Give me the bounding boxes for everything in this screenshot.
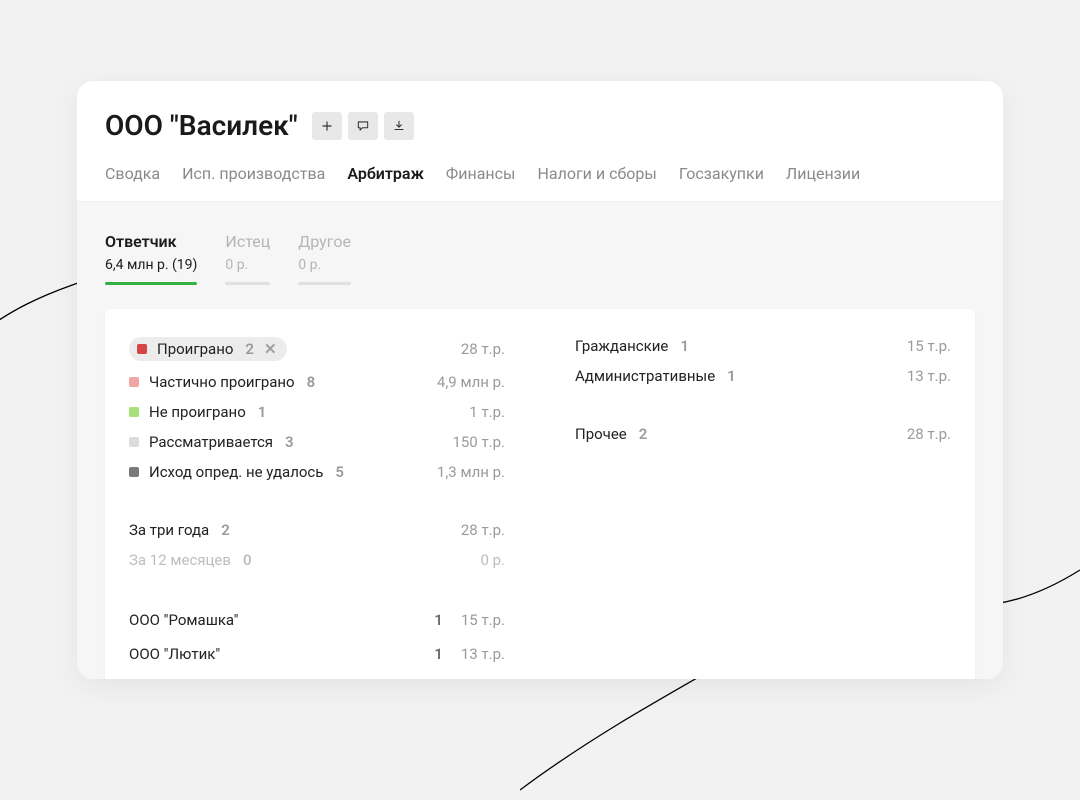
item-count: 2 (639, 425, 648, 443)
sub-tabs: Ответчик 6,4 млн р. (19) Истец 0 р. Другое 0 … (105, 232, 975, 285)
company-card: ООО "Василек" Сводка Исп. производства Арб… (77, 81, 1003, 679)
page-title: ООО "Василек" (105, 109, 298, 142)
item-label: За 12 месяцев (129, 551, 231, 569)
item-count: 2 (245, 340, 254, 358)
item-label: Не проиграно (149, 403, 246, 421)
sub-tab-indicator (105, 282, 197, 285)
color-chip (129, 437, 139, 447)
comment-icon (356, 119, 370, 133)
item-count: 1 (727, 367, 736, 385)
period-row[interactable]: За 12 месяцев 0 0 р. (129, 545, 505, 575)
category-row[interactable]: Административные 1 13 т.р. (575, 361, 951, 391)
color-chip (137, 344, 147, 354)
color-chip (129, 407, 139, 417)
sub-tab-label: Истец (225, 232, 270, 251)
item-amount: 13 т.р. (907, 367, 951, 385)
item-amount: 150 т.р. (452, 433, 505, 451)
org-count: 1 (434, 611, 443, 629)
title-actions (312, 112, 414, 140)
top-tab[interactable]: Госзакупки (679, 164, 764, 183)
download-button[interactable] (384, 112, 414, 140)
item-amount: 28 т.р. (461, 340, 505, 358)
org-amount: 13 т.р. (461, 645, 505, 663)
left-column: Проиграно 2 ✕ 28 т.р. Частично проиграно 8 4,9… (129, 331, 505, 671)
sub-tab-label: Другое (298, 232, 351, 251)
comment-button[interactable] (348, 112, 378, 140)
sub-tab-value: 0 р. (298, 257, 351, 273)
color-chip (129, 377, 139, 387)
sub-tab-value: 0 р. (225, 257, 270, 273)
top-tabs: Сводка Исп. производства Арбитраж Финансы На… (105, 164, 975, 201)
category-row[interactable]: Гражданские 1 15 т.р. (575, 331, 951, 361)
item-count: 5 (335, 463, 344, 481)
summary-card: Проиграно 2 ✕ 28 т.р. Частично проиграно 8 4,9… (105, 309, 975, 679)
plus-icon (320, 119, 334, 133)
sub-tab-indicator (225, 282, 270, 285)
item-label: Прочее (575, 425, 627, 443)
outcome-row[interactable]: Проиграно 2 ✕ 28 т.р. (129, 331, 505, 367)
outcome-row[interactable]: Исход опред. не удалось 5 1,3 млн р. (129, 457, 505, 487)
sub-tab-indicator (298, 282, 351, 285)
item-amount: 15 т.р. (907, 337, 951, 355)
top-tab[interactable]: Сводка (105, 164, 160, 183)
item-amount: 4,9 млн р. (437, 373, 505, 391)
item-amount: 1 т.р. (469, 403, 505, 421)
org-name: ООО "Ромашка" (129, 611, 238, 629)
top-tab[interactable]: Налоги и сборы (537, 164, 656, 183)
card-header: ООО "Василек" Сводка Исп. производства Арб… (77, 81, 1003, 201)
tab-panel: Ответчик 6,4 млн р. (19) Истец 0 р. Другое 0 … (77, 201, 1003, 679)
top-tab[interactable]: Финансы (446, 164, 516, 183)
item-count: 1 (680, 337, 689, 355)
item-label: Проиграно (157, 340, 233, 358)
item-label: Рассматривается (149, 433, 273, 451)
item-count: 1 (258, 403, 267, 421)
org-row[interactable]: ООО "Лютик" 1 13 т.р. (129, 637, 505, 671)
outcome-row[interactable]: Не проиграно 1 1 т.р. (129, 397, 505, 427)
item-label: Гражданские (575, 337, 668, 355)
item-count: 3 (285, 433, 294, 451)
add-button[interactable] (312, 112, 342, 140)
sub-tab[interactable]: Ответчик 6,4 млн р. (19) (105, 232, 197, 285)
period-row[interactable]: За три года 2 28 т.р. (129, 515, 505, 545)
outcome-row[interactable]: Частично проиграно 8 4,9 млн р. (129, 367, 505, 397)
item-count: 0 (243, 551, 252, 569)
item-label: Административные (575, 367, 715, 385)
org-row[interactable]: ООО "Ромашка" 1 15 т.р. (129, 603, 505, 637)
item-label: За три года (129, 521, 209, 539)
filter-pill[interactable]: Проиграно 2 ✕ (129, 337, 287, 361)
category-row[interactable]: Прочее 2 28 т.р. (575, 419, 951, 449)
item-amount: 0 р. (480, 551, 505, 569)
item-label: Частично проиграно (149, 373, 295, 391)
item-amount: 28 т.р. (461, 521, 505, 539)
item-label: Исход опред. не удалось (149, 463, 323, 481)
top-tab[interactable]: Исп. производства (182, 164, 325, 183)
close-icon[interactable]: ✕ (264, 342, 277, 357)
top-tab[interactable]: Арбитраж (347, 164, 424, 183)
sub-tab-label: Ответчик (105, 232, 197, 251)
item-amount: 1,3 млн р. (437, 463, 505, 481)
outcome-row[interactable]: Рассматривается 3 150 т.р. (129, 427, 505, 457)
item-count: 2 (221, 521, 230, 539)
top-tab[interactable]: Лицензии (786, 164, 860, 183)
download-icon (392, 119, 406, 133)
item-count: 8 (307, 373, 316, 391)
org-amount: 15 т.р. (461, 611, 505, 629)
org-count: 1 (434, 645, 443, 663)
sub-tab[interactable]: Истец 0 р. (225, 232, 270, 285)
sub-tab-value: 6,4 млн р. (19) (105, 257, 197, 273)
sub-tab[interactable]: Другое 0 р. (298, 232, 351, 285)
org-name: ООО "Лютик" (129, 645, 220, 663)
item-amount: 28 т.р. (907, 425, 951, 443)
color-chip (129, 467, 139, 477)
right-column: Гражданские 1 15 т.р. Административные 1 13 т… (575, 331, 951, 671)
